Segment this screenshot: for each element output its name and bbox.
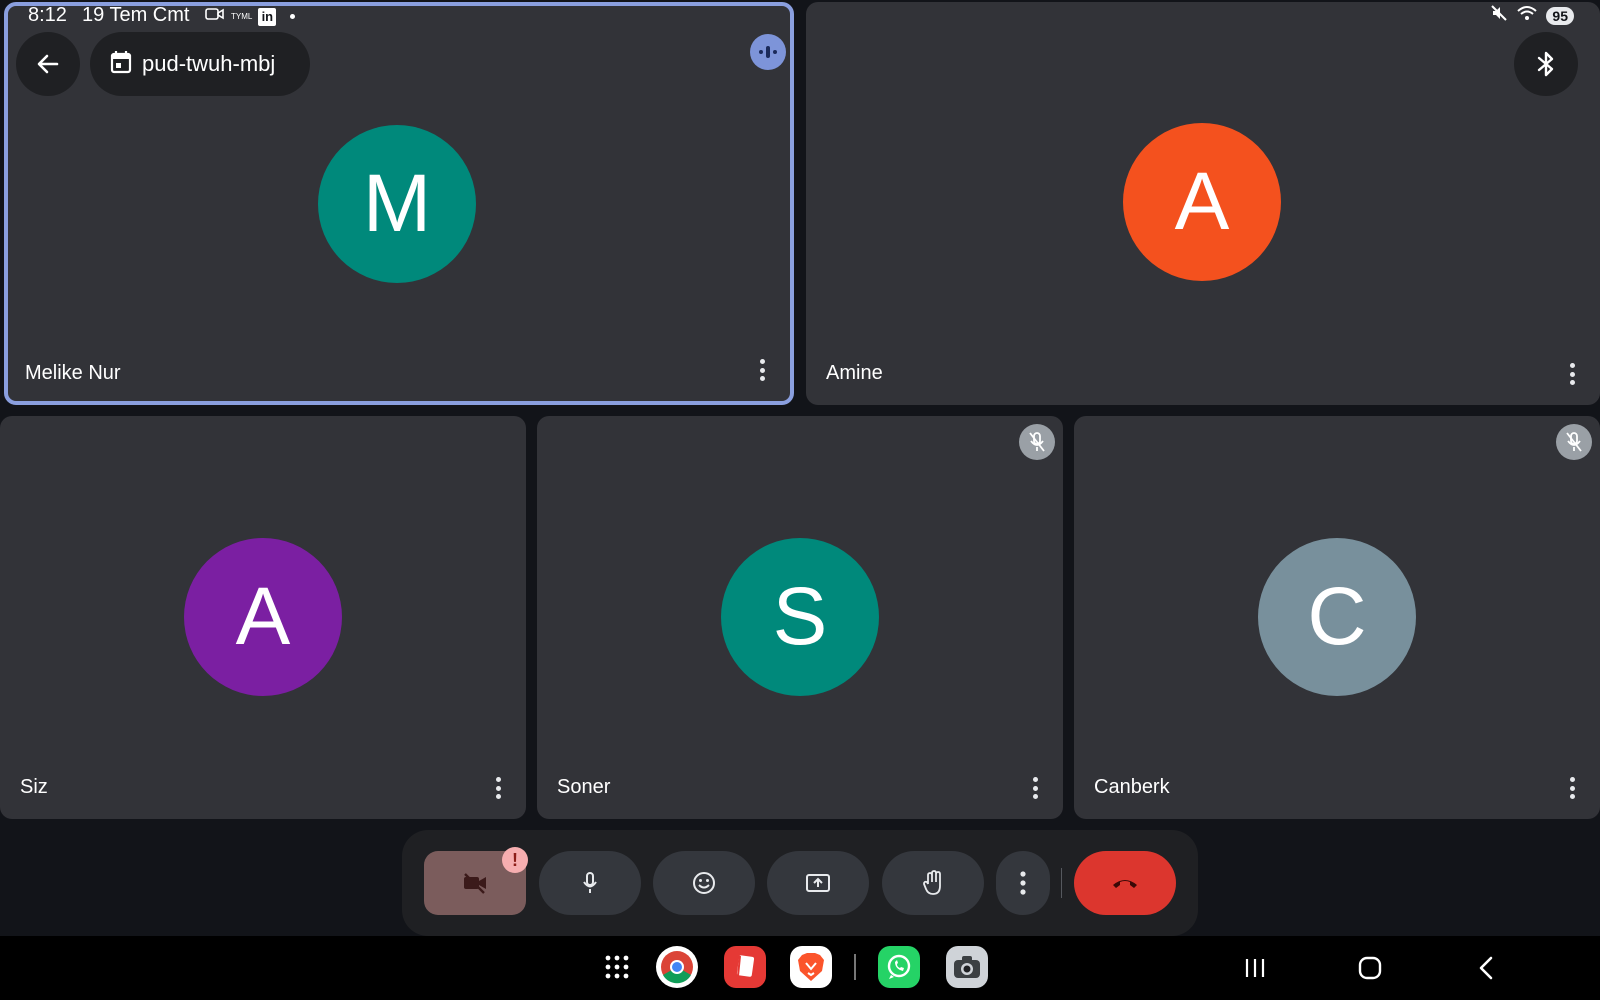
chrome-app-icon[interactable] xyxy=(656,946,698,988)
wifi-icon xyxy=(1516,4,1538,27)
apps-grid-icon xyxy=(605,955,629,979)
speaking-indicator xyxy=(750,34,786,70)
tyml-icon: TYML xyxy=(231,12,253,21)
back-button[interactable] xyxy=(16,32,80,96)
more-options-button[interactable] xyxy=(996,851,1050,915)
mute-icon xyxy=(1490,4,1508,27)
participant-options-button[interactable] xyxy=(1562,775,1582,801)
participant-options-button[interactable] xyxy=(1025,775,1045,801)
meeting-code: pud-twuh-mbj xyxy=(142,51,276,76)
participant-avatar: A xyxy=(184,538,342,696)
recents-button[interactable] xyxy=(1237,950,1273,986)
participant-avatar: M xyxy=(318,125,476,283)
linkedin-icon: in xyxy=(258,7,277,26)
calendar-icon xyxy=(110,50,132,79)
bluetooth-icon xyxy=(1537,51,1554,77)
participant-tile[interactable]: A Amine xyxy=(806,2,1600,405)
audio-output-button[interactable] xyxy=(1514,32,1578,96)
muted-indicator xyxy=(1556,424,1592,460)
system-icons: 95 xyxy=(1490,4,1574,27)
avatar-initial: S xyxy=(772,571,828,662)
participant-tile[interactable]: S Soner xyxy=(537,416,1063,819)
more-vert-icon xyxy=(1020,871,1026,895)
participant-name: Amine xyxy=(826,362,883,384)
end-call-button[interactable] xyxy=(1074,851,1176,915)
video-call-icon xyxy=(205,6,225,27)
avatar-initial: C xyxy=(1307,571,1367,662)
participant-options-button[interactable] xyxy=(752,357,772,383)
more-notifications-dot xyxy=(290,14,296,19)
status-bar: 8:12 19 Tem Cmt TYML in 95 xyxy=(0,0,1600,30)
avatar-initial: M xyxy=(362,158,432,249)
muted-indicator xyxy=(1019,424,1055,460)
microphone-button[interactable] xyxy=(539,851,641,915)
hang-up-icon xyxy=(1113,880,1137,888)
whatsapp-app-icon[interactable] xyxy=(878,946,920,988)
hand-icon xyxy=(923,870,941,895)
participant-name: Siz xyxy=(20,776,48,798)
participant-options-button[interactable] xyxy=(488,775,508,801)
camera-toggle-button[interactable]: ! xyxy=(424,847,528,915)
participant-name: Canberk xyxy=(1094,776,1170,798)
participant-avatar: S xyxy=(721,538,879,696)
status-date: 19 Tem Cmt xyxy=(82,4,190,26)
chevron-left-icon xyxy=(1479,956,1493,980)
mic-off-icon xyxy=(1566,432,1582,452)
battery-level: 95 xyxy=(1546,6,1574,25)
home-icon xyxy=(1358,956,1382,980)
emoji-icon xyxy=(693,872,715,894)
participant-name: Melike Nur xyxy=(25,362,121,384)
participant-name: Soner xyxy=(557,776,611,798)
dock-divider xyxy=(854,954,856,980)
mic-icon xyxy=(583,872,597,893)
brave-app-icon[interactable] xyxy=(790,946,832,988)
recents-icon xyxy=(1245,959,1265,977)
arrow-back-icon xyxy=(37,54,59,74)
home-button[interactable] xyxy=(1352,950,1388,986)
meeting-info-pill[interactable]: pud-twuh-mbj xyxy=(90,32,310,96)
notes-app-icon[interactable] xyxy=(724,946,766,988)
audio-level-icon xyxy=(759,46,777,58)
participant-options-button[interactable] xyxy=(1562,361,1582,387)
status-time: 8:12 xyxy=(28,4,67,26)
camera-alert-badge: ! xyxy=(502,847,528,873)
camera-off-icon xyxy=(464,873,486,894)
participant-tile[interactable]: A Siz xyxy=(0,416,526,819)
participant-avatar: A xyxy=(1123,123,1281,281)
notification-icons: TYML in xyxy=(205,6,296,27)
participant-tile[interactable]: C Canberk xyxy=(1074,416,1600,819)
avatar-initial: A xyxy=(235,571,291,662)
screen-share-icon xyxy=(806,874,830,892)
navigation-bar xyxy=(0,936,1600,1000)
avatar-initial: A xyxy=(1174,156,1230,247)
controls-divider xyxy=(1061,868,1062,898)
mic-off-icon xyxy=(1029,432,1045,452)
system-back-button[interactable] xyxy=(1468,950,1504,986)
present-screen-button[interactable] xyxy=(767,851,869,915)
call-controls: ! xyxy=(402,830,1198,936)
camera-app-icon[interactable] xyxy=(946,946,988,988)
reactions-button[interactable] xyxy=(653,851,755,915)
app-drawer-button[interactable] xyxy=(596,946,638,988)
raise-hand-button[interactable] xyxy=(882,851,984,915)
participant-avatar: C xyxy=(1258,538,1416,696)
